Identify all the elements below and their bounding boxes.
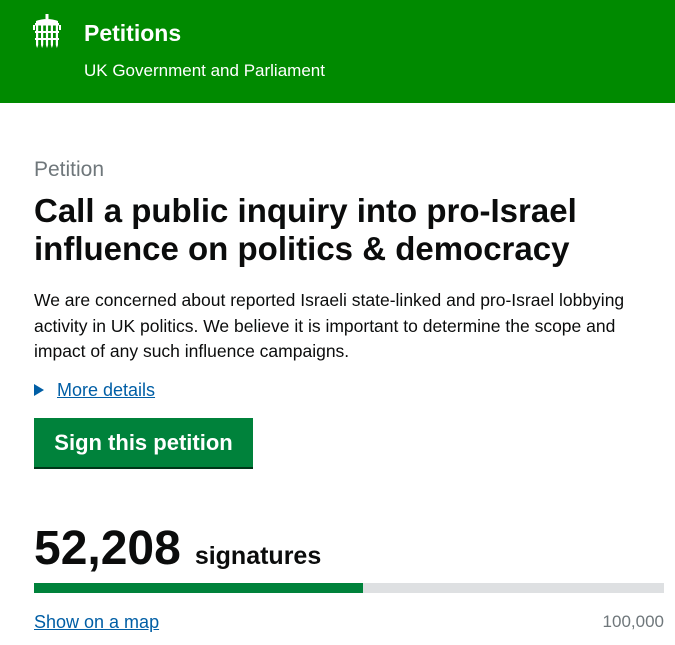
site-subtitle: UK Government and Parliament — [84, 61, 325, 80]
show-on-map-link[interactable]: Show on a map — [34, 611, 159, 633]
petition-summary: We are concerned about reported Israeli … — [34, 290, 625, 361]
portcullis-icon[interactable] — [33, 14, 61, 48]
sign-petition-button[interactable]: Sign this petition — [34, 418, 253, 467]
site-header: Petitions UK Government and Parliament — [0, 0, 675, 103]
signature-threshold: 100,000 — [602, 612, 664, 631]
more-details-link[interactable]: More details — [57, 379, 155, 401]
petition-title: Call a public inquiry into pro-Israel in… — [34, 192, 577, 267]
site-name[interactable]: Petitions — [84, 20, 181, 46]
signature-count-row: 52,208 signatures — [34, 522, 321, 576]
signature-progress-fill — [34, 583, 363, 593]
expand-triangle-icon — [34, 384, 44, 396]
page-caption: Petition — [34, 158, 105, 181]
more-details-toggle[interactable]: More details — [34, 379, 155, 401]
signature-count-label: signatures — [194, 542, 322, 570]
signature-progress-bar — [34, 583, 664, 593]
signature-count: 52,208 — [34, 522, 181, 575]
